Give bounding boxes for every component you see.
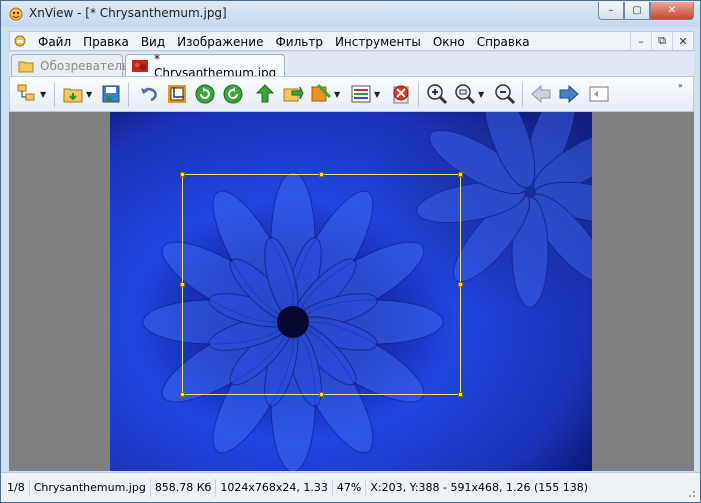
adjust-icon[interactable] (310, 83, 332, 105)
zoom-in-icon[interactable] (426, 83, 448, 105)
resize-grip-icon[interactable] (686, 488, 696, 498)
folder-tree-icon[interactable] (16, 83, 38, 105)
folder-tree-dropdown-icon[interactable]: ▼ (40, 90, 46, 99)
rotate-left-icon[interactable] (194, 83, 216, 105)
open-dropdown-icon[interactable]: ▼ (86, 90, 92, 99)
selection-handle-top-right[interactable] (458, 172, 463, 177)
menu-help[interactable]: Справка (471, 34, 536, 50)
window-close-button[interactable]: ✕ (650, 2, 694, 20)
selection-handle-bottom[interactable] (319, 392, 324, 397)
crop-icon[interactable] (166, 83, 188, 105)
tab-browser-label: Обозреватель (40, 58, 130, 73)
chrysanthemum-photo[interactable] (110, 112, 592, 471)
palette-icon[interactable] (350, 83, 372, 105)
caption-buttons: – ▢ ✕ (598, 2, 694, 20)
toolbar-separator (128, 83, 129, 107)
window-maximize-button[interactable]: ▢ (624, 2, 650, 20)
status-index: 1/8 (3, 478, 30, 497)
title-bar[interactable]: XnView - [* Chrysanthemum.jpg] – ▢ ✕ (1, 1, 700, 27)
menu-image[interactable]: Изображение (171, 34, 269, 50)
toolbar-separator (418, 83, 419, 107)
selection-handle-bottom-right[interactable] (458, 392, 463, 397)
palette-dropdown-icon[interactable]: ▼ (374, 90, 380, 99)
status-selection: X:203, Y:388 - 591x468, 1.26 (155 138) (370, 480, 589, 494)
toolbar-overflow-icon[interactable]: » (678, 81, 683, 90)
tab-image[interactable]: * Chrysanthemum.jpg (125, 52, 285, 80)
crop-selection[interactable] (180, 172, 463, 397)
selection-handle-left[interactable] (180, 282, 185, 287)
tab-browser[interactable]: Обозреватель (11, 54, 129, 76)
document-window-controls: – ⧉ ✕ (630, 32, 693, 50)
open-folder-icon[interactable] (62, 83, 84, 105)
selection-handle-top-left[interactable] (180, 172, 185, 177)
undo-icon[interactable] (138, 83, 160, 105)
menu-file[interactable]: Файл (32, 34, 77, 50)
next-arrow-icon[interactable] (558, 83, 580, 105)
move-up-icon[interactable] (254, 83, 276, 105)
menu-filter[interactable]: Фильтр (269, 34, 328, 50)
zoom-fit-icon[interactable] (454, 83, 476, 105)
prev-arrow-icon[interactable] (530, 83, 552, 105)
status-filesize: 858.78 Кб (151, 478, 217, 497)
status-filename: Chrysanthemum.jpg (30, 478, 151, 497)
menu-tools[interactable]: Инструменты (329, 34, 427, 50)
status-dimensions: 1024x768x24, 1.33 (216, 478, 333, 497)
window-title: XnView - [* Chrysanthemum.jpg] (29, 6, 227, 20)
doc-restore-button[interactable]: ⧉ (651, 32, 672, 50)
rotate-right-icon[interactable] (222, 83, 244, 105)
zoom-out-icon[interactable] (494, 83, 516, 105)
toolbar-separator (54, 83, 55, 107)
doc-minimize-button[interactable]: – (630, 32, 651, 50)
toolbar-separator (522, 83, 523, 107)
fullscreen-icon[interactable] (588, 83, 610, 105)
document-icon[interactable] (14, 35, 26, 47)
menu-bar: Файл Правка Вид Изображение Фильтр Инстр… (9, 31, 694, 51)
folder-browser-icon (18, 61, 34, 72)
doc-close-button[interactable]: ✕ (672, 32, 693, 50)
image-canvas[interactable] (9, 112, 694, 471)
export-icon[interactable] (282, 83, 304, 105)
menu-view[interactable]: Вид (135, 34, 171, 50)
image-thumbnail-icon (132, 59, 148, 72)
selection-handle-top[interactable] (319, 172, 324, 177)
status-zoom: 47% (333, 478, 367, 497)
zoom-dropdown-icon[interactable]: ▼ (478, 90, 484, 99)
delete-icon[interactable] (390, 83, 412, 105)
tab-bar: Обозреватель * Chrysanthemum.jpg (9, 52, 694, 80)
menu-window[interactable]: Окно (427, 34, 471, 50)
window-minimize-button[interactable]: – (598, 2, 624, 20)
menu-edit[interactable]: Правка (77, 34, 135, 50)
status-bar: 1/8 Chrysanthemum.jpg 858.78 Кб 1024x768… (1, 472, 700, 502)
xnview-app-icon (9, 7, 23, 21)
toolbar: ▼ ▼ ▼ ▼ ▼ » (9, 76, 694, 112)
save-icon[interactable] (100, 83, 122, 105)
app-window: XnView - [* Chrysanthemum.jpg] – ▢ ✕ Фай… (0, 0, 701, 503)
menu-items: Файл Правка Вид Изображение Фильтр Инстр… (32, 34, 536, 50)
adjust-dropdown-icon[interactable]: ▼ (334, 90, 340, 99)
selection-handle-right[interactable] (458, 282, 463, 287)
selection-handle-bottom-left[interactable] (180, 392, 185, 397)
